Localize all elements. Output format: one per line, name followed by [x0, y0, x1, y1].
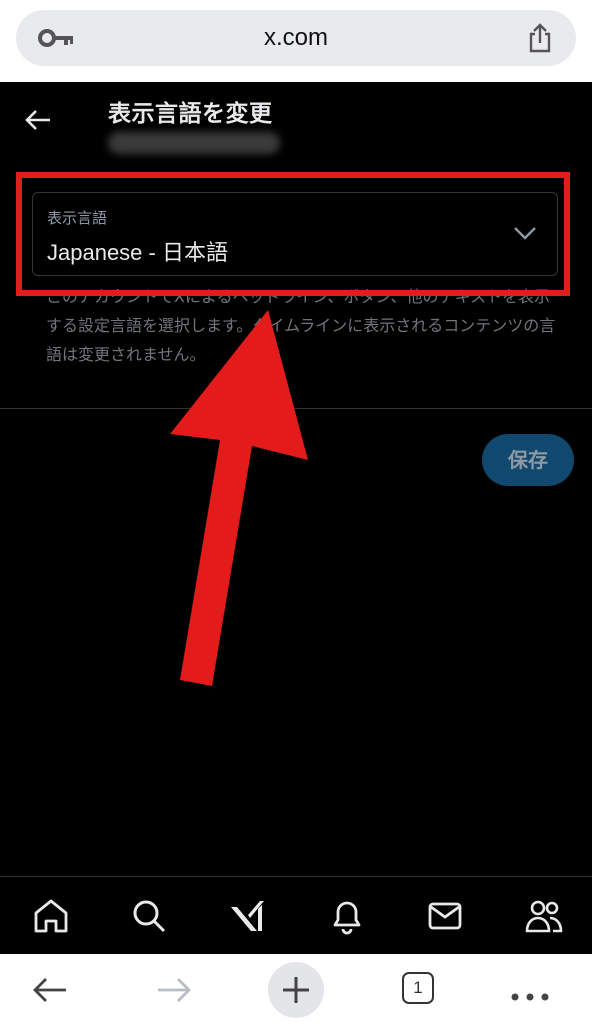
divider [0, 408, 592, 409]
plus-icon [281, 975, 311, 1009]
back-icon[interactable] [32, 976, 68, 1008]
search-icon[interactable] [130, 897, 168, 935]
new-tab-button[interactable] [268, 962, 324, 1018]
tabs-count-button[interactable]: 1 [402, 972, 434, 1004]
more-icon[interactable] [511, 986, 549, 1005]
address-url[interactable]: x.com [16, 24, 576, 52]
back-arrow-icon[interactable] [24, 108, 52, 136]
forward-icon[interactable] [156, 976, 192, 1008]
blurred-username [108, 132, 280, 154]
browser-address-area: x.com [0, 0, 592, 82]
address-bar[interactable]: x.com [16, 10, 576, 66]
page-title: 表示言語を変更 [108, 101, 273, 127]
bottom-navigation [0, 876, 592, 954]
messages-icon[interactable] [426, 897, 464, 935]
share-icon[interactable] [526, 22, 554, 58]
home-icon[interactable] [32, 897, 70, 935]
save-button[interactable]: 保存 [482, 434, 574, 486]
annotation-highlight-box [16, 172, 570, 296]
notifications-icon[interactable] [328, 897, 366, 935]
browser-toolbar: 1 [0, 954, 592, 1024]
grok-icon[interactable] [228, 897, 266, 935]
communities-icon[interactable] [524, 897, 563, 935]
